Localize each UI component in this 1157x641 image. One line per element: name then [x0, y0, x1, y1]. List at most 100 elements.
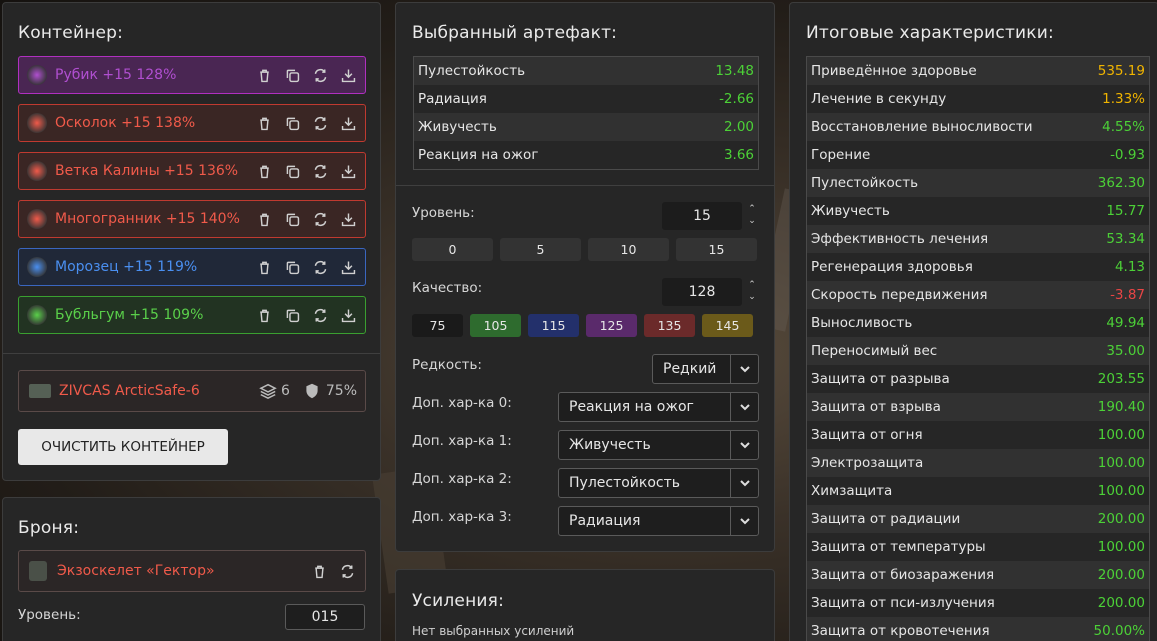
armor-item[interactable]: Экзоскелет «Гектор» — [18, 550, 366, 592]
container-item[interactable]: Осколок +15 138% — [18, 104, 366, 142]
artifact-panel: Выбранный артефакт: Пулестойкость 13.48 Ра… — [395, 2, 775, 552]
download-icon[interactable] — [339, 210, 358, 229]
quality-preset-button[interactable]: 125 — [586, 314, 637, 337]
stat-name: Электрозащита — [811, 455, 924, 471]
copy-icon[interactable] — [283, 162, 302, 181]
polyhedron-icon — [27, 209, 47, 229]
stat-value: 535.19 — [1097, 63, 1145, 79]
container-item[interactable]: Рубик +15 128% — [18, 56, 366, 94]
level-preset-button[interactable]: 5 — [500, 238, 581, 261]
download-icon[interactable] — [339, 114, 358, 133]
container-item-label: Многогранник +15 140% — [55, 211, 240, 227]
stat-value: 4.13 — [1114, 259, 1145, 275]
quality-preset-button[interactable]: 105 — [470, 314, 521, 337]
total-stat-row: Выносливость 49.94 — [807, 309, 1149, 337]
cube-icon — [27, 65, 47, 85]
armor-level-label: Уровень: — [18, 607, 81, 623]
shield-icon — [304, 382, 320, 400]
stat-name: Пулестойкость — [811, 175, 919, 191]
quality-preset-button[interactable]: 115 — [528, 314, 579, 337]
level-label: Уровень: — [412, 205, 475, 221]
container-item-label: Ветка Калины +15 136% — [55, 163, 239, 179]
stat-value: 13.48 — [715, 63, 754, 79]
level-stepper-down-icon[interactable]: ⌄ — [747, 217, 757, 226]
delete-icon[interactable] — [255, 66, 274, 85]
container-title: Контейнер: — [18, 23, 124, 43]
rarity-select[interactable]: Редкий — [652, 354, 759, 384]
container-item-label: Бубльгум +15 109% — [55, 307, 204, 323]
extra-stat-select[interactable]: Пулестойкость — [558, 468, 759, 498]
stat-name: Эффективность лечения — [811, 231, 989, 247]
total-stat-row: Защита от кровотечения 50.00% — [807, 617, 1149, 641]
copy-icon[interactable] — [283, 210, 302, 229]
divider — [3, 353, 380, 354]
copy-icon[interactable] — [283, 258, 302, 277]
stat-name: Защита от температуры — [811, 539, 986, 555]
extra-stat-select[interactable]: Реакция на ожог — [558, 392, 759, 422]
delete-icon[interactable] — [310, 562, 329, 581]
quality-input[interactable]: 128 — [662, 278, 742, 306]
swap-icon[interactable] — [311, 114, 330, 133]
stat-name: Радиация — [418, 91, 487, 107]
download-icon[interactable] — [339, 306, 358, 325]
container-item[interactable]: Многогранник +15 140% — [18, 200, 366, 238]
swap-icon[interactable] — [338, 562, 357, 581]
delete-icon[interactable] — [255, 210, 274, 229]
download-icon[interactable] — [339, 258, 358, 277]
boosts-panel: Усиления: Нет выбранных усилений — [395, 569, 775, 641]
chevron-down-icon — [730, 507, 758, 535]
download-icon[interactable] — [339, 162, 358, 181]
total-stat-row: Лечение в секунду 1.33% — [807, 85, 1149, 113]
stat-name: Защита от биозаражения — [811, 567, 995, 583]
delete-icon[interactable] — [255, 114, 274, 133]
clear-container-button[interactable]: ОЧИСТИТЬ КОНТЕЙНЕР — [18, 429, 228, 465]
container-item[interactable]: Бубльгум +15 109% — [18, 296, 366, 334]
quality-stepper-down-icon[interactable]: ⌄ — [747, 293, 757, 302]
stat-value: -0.93 — [1110, 147, 1145, 163]
copy-icon[interactable] — [283, 66, 302, 85]
quality-preset-button[interactable]: 135 — [644, 314, 695, 337]
chevron-down-icon — [730, 355, 758, 383]
stat-name: Защита от огня — [811, 427, 923, 443]
delete-icon[interactable] — [255, 258, 274, 277]
totals-title: Итоговые характеристики: — [806, 23, 1054, 43]
extra-stat-label: Доп. хар-ка 2: — [412, 471, 512, 487]
artifact-stat-row: Реакция на ожог 3.66 — [414, 141, 758, 169]
copy-icon[interactable] — [283, 114, 302, 133]
swap-icon[interactable] — [311, 162, 330, 181]
stat-value: 100.00 — [1097, 455, 1145, 471]
armor-level-input[interactable]: 015 — [285, 604, 365, 630]
quality-preset-button[interactable]: 75 — [412, 314, 463, 337]
swap-icon[interactable] — [311, 258, 330, 277]
total-stat-row: Электрозащита 100.00 — [807, 449, 1149, 477]
stat-value: 3.66 — [723, 147, 754, 163]
quality-preset-button[interactable]: 145 — [702, 314, 753, 337]
swap-icon[interactable] — [311, 66, 330, 85]
delete-icon[interactable] — [255, 162, 274, 181]
stat-value: 53.34 — [1106, 231, 1145, 247]
case-protection: 75% — [325, 383, 357, 399]
container-item[interactable]: Ветка Калины +15 136% — [18, 152, 366, 190]
total-stat-row: Пулестойкость 362.30 — [807, 169, 1149, 197]
stat-name: Защита от радиации — [811, 511, 961, 527]
stat-name: Пулестойкость — [418, 63, 526, 79]
level-preset-button[interactable]: 0 — [412, 238, 493, 261]
copy-icon[interactable] — [283, 306, 302, 325]
total-stat-row: Эффективность лечения 53.34 — [807, 225, 1149, 253]
swap-icon[interactable] — [311, 306, 330, 325]
level-stepper-up-icon[interactable]: ⌃ — [747, 205, 757, 214]
extra-stat-select[interactable]: Живучесть — [558, 430, 759, 460]
delete-icon[interactable] — [255, 306, 274, 325]
case-item[interactable]: ZIVCAS ArcticSafe-6 6 75% — [18, 370, 366, 412]
level-preset-button[interactable]: 15 — [676, 238, 757, 261]
download-icon[interactable] — [339, 66, 358, 85]
container-item[interactable]: Морозец +15 119% — [18, 248, 366, 286]
stat-value: 100.00 — [1097, 539, 1145, 555]
extra-stat-value: Живучесть — [569, 437, 651, 453]
quality-stepper-up-icon[interactable]: ⌃ — [747, 281, 757, 290]
stat-value: 200.00 — [1097, 595, 1145, 611]
level-input[interactable]: 15 — [662, 202, 742, 230]
extra-stat-select[interactable]: Радиация — [558, 506, 759, 536]
level-preset-button[interactable]: 10 — [588, 238, 669, 261]
swap-icon[interactable] — [311, 210, 330, 229]
